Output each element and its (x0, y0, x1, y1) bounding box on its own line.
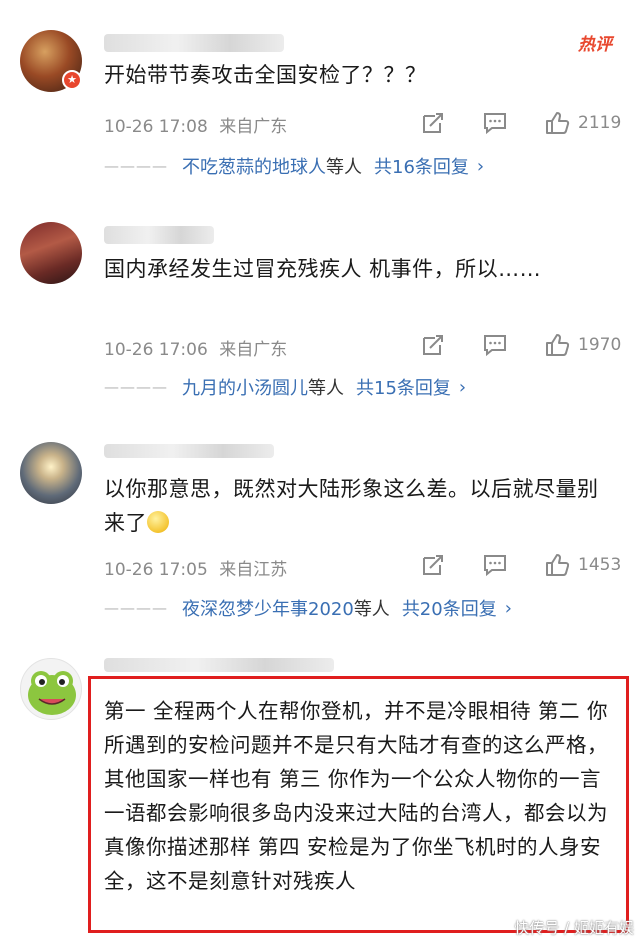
comment-time: 10-26 17:05 (104, 560, 208, 580)
reply-count[interactable]: 共16条回复 (374, 153, 469, 179)
like-count: 1453 (578, 555, 622, 575)
comment-meta: 10-26 17:05 来自江苏 (104, 555, 287, 580)
comment-location: 来自广东 (219, 340, 288, 360)
reply-users[interactable]: 不吃葱蒜的地球人 (182, 153, 326, 179)
reply-count[interactable]: 共20条回复 (402, 595, 497, 621)
comment-2: 国内承经发生过冒充残疾人 机事件，所以…… 10-26 17:06 来自广东 1… (0, 210, 640, 430)
reply-users[interactable]: 夜深忽梦少年事2020 (182, 595, 354, 621)
like-icon[interactable] (544, 552, 570, 578)
comment-meta: 10-26 17:08 来自广东 (104, 112, 287, 137)
comment-time: 10-26 17:08 (104, 117, 208, 137)
comment-location: 来自广东 (219, 117, 288, 137)
reply-users[interactable]: 九月的小汤圆儿 (182, 374, 308, 400)
comment-meta: 10-26 17:06 来自广东 (104, 335, 287, 360)
share-icon[interactable] (420, 332, 446, 358)
comment-3: 以你那意思，既然对大陆形象这么差。以后就尽量别来了 10-26 17:05 来自… (0, 430, 640, 650)
comment-icon[interactable] (482, 110, 508, 136)
comment-icon[interactable] (482, 332, 508, 358)
comment-1: ★ 热评 开始带节奏攻击全国安检了？？？ 10-26 17:08 来自广东 21… (0, 0, 640, 210)
comment-time: 10-26 17:06 (104, 340, 208, 360)
avatar[interactable] (20, 442, 82, 504)
username-blurred[interactable] (104, 34, 284, 52)
reply-count[interactable]: 共15条回复 (356, 374, 451, 400)
like-count: 1970 (578, 335, 622, 355)
share-icon[interactable] (420, 552, 446, 578)
comment-actions: 1453 (384, 550, 622, 580)
reply-connector: 等人 (326, 157, 362, 178)
reply-connector: 等人 (308, 378, 344, 399)
reply-summary[interactable]: ———— 九月的小汤圆儿 等人 共15条回复 › (104, 374, 466, 400)
comment-text: 以你那意思，既然对大陆形象这么差。以后就尽量别来了 (104, 477, 599, 535)
comment-location: 来自江苏 (219, 560, 288, 580)
avatar[interactable] (20, 222, 82, 284)
smile-emoji-icon (147, 511, 169, 533)
avatar[interactable] (20, 658, 82, 720)
comment-text: 国内承经发生过冒充残疾人 机事件，所以…… (104, 257, 542, 281)
reply-dash: ———— (104, 599, 168, 617)
like-count: 2119 (578, 113, 622, 133)
reply-summary[interactable]: ———— 夜深忽梦少年事2020 等人 共20条回复 › (104, 595, 512, 621)
chevron-right-icon[interactable]: › (505, 598, 512, 619)
highlight-box (88, 676, 629, 933)
chevron-right-icon[interactable]: › (459, 377, 466, 398)
reply-dash: ———— (104, 378, 168, 396)
reply-connector: 等人 (353, 599, 390, 620)
reply-dash: ———— (104, 157, 168, 175)
frog-avatar-icon (28, 671, 76, 715)
reply-summary[interactable]: ———— 不吃葱蒜的地球人 等人 共16条回复 › (104, 153, 484, 179)
hot-comment-badge: 热评 (578, 35, 612, 55)
chevron-right-icon[interactable]: › (477, 156, 484, 177)
comment-text: 开始带节奏攻击全国安检了？？？ (104, 63, 427, 87)
share-icon[interactable] (420, 110, 446, 136)
username-blurred[interactable] (104, 226, 214, 244)
username-blurred[interactable] (104, 444, 274, 458)
comment-actions: 1970 (384, 330, 622, 360)
username-blurred[interactable] (104, 658, 334, 672)
verified-badge-icon: ★ (62, 70, 82, 90)
comment-icon[interactable] (482, 552, 508, 578)
like-icon[interactable] (544, 110, 570, 136)
like-icon[interactable] (544, 332, 570, 358)
watermark: 快传号 / 姬姬有娱 (514, 919, 634, 937)
comment-actions: 2119 (384, 108, 622, 138)
